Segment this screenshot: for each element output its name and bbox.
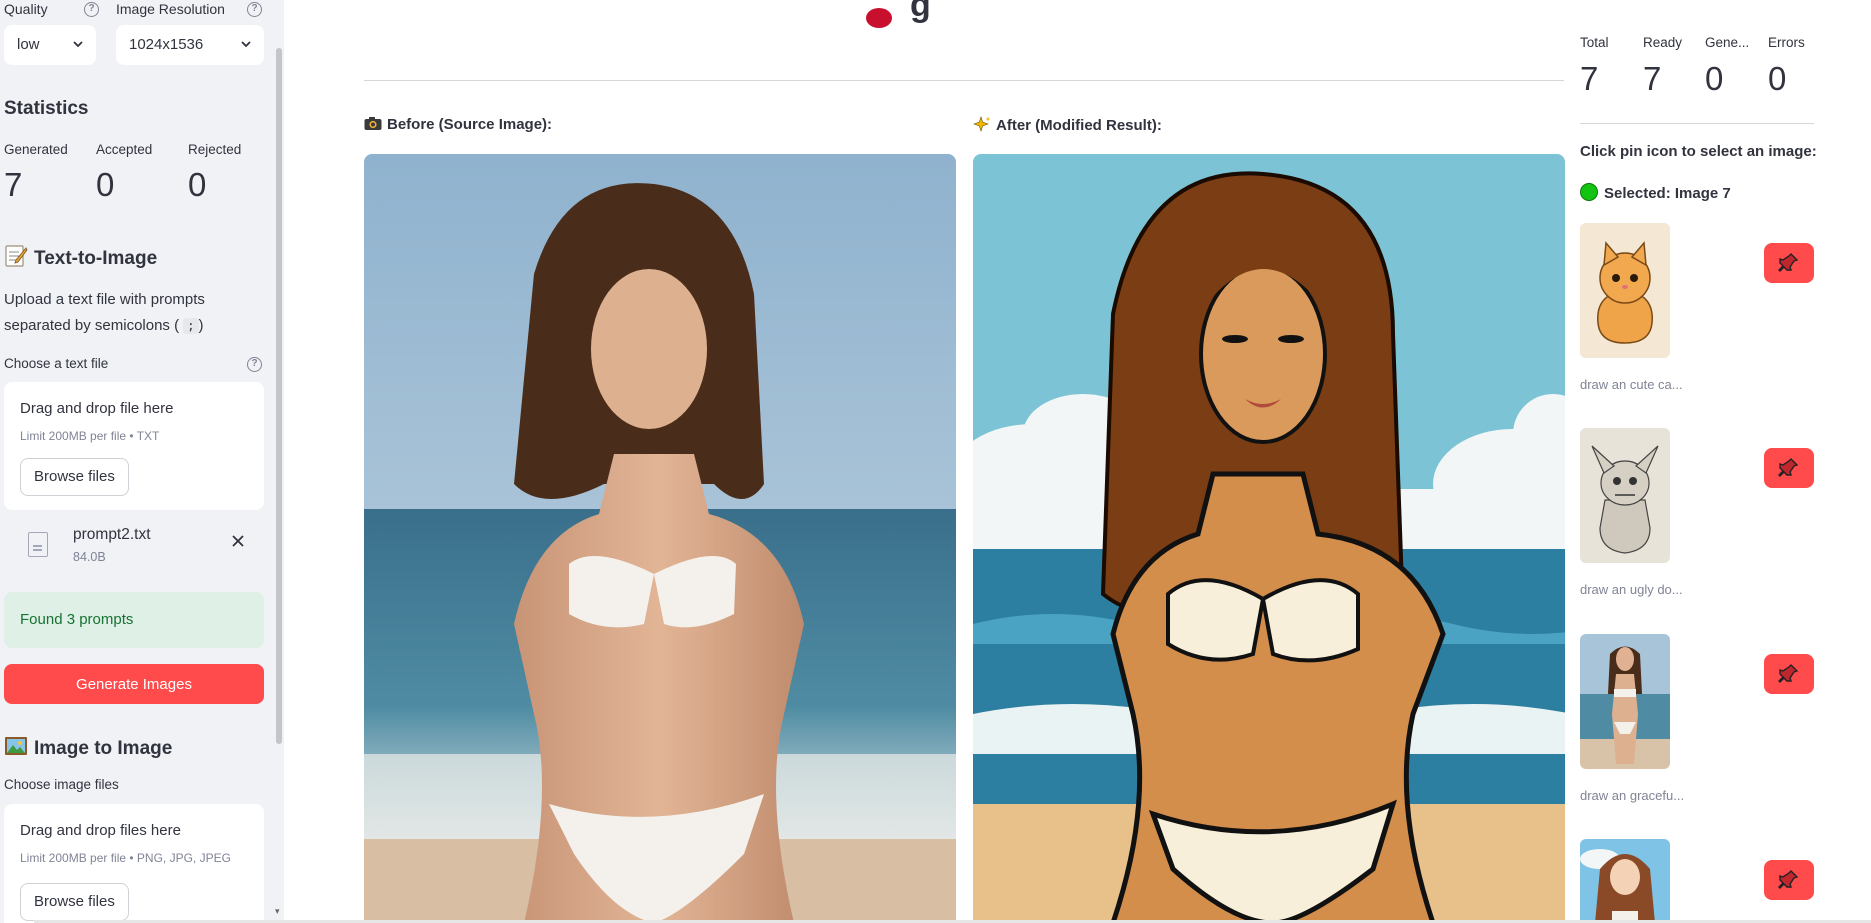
- dropzone-title: Drag and drop files here: [20, 822, 181, 839]
- selected-text: Selected: Image 7: [1604, 185, 1731, 202]
- description-text: Upload a text file with prompts separate…: [4, 291, 205, 334]
- metric-accepted-value: 0: [96, 166, 115, 203]
- quality-select-value: low: [17, 36, 40, 53]
- after-image: [973, 154, 1565, 923]
- before-caption-text: Before (Source Image):: [387, 116, 553, 133]
- sparkles-icon: [973, 116, 991, 132]
- close-icon[interactable]: [230, 532, 246, 555]
- pin-icon: [1778, 664, 1799, 683]
- framed-picture-icon: [4, 735, 28, 757]
- pin-icon: [1778, 458, 1799, 477]
- quality-help-icon[interactable]: ?: [84, 2, 99, 17]
- image-files-dropzone[interactable]: Drag and drop files here Limit 200MB per…: [4, 804, 264, 923]
- text-file-label: Choose a text file: [4, 356, 109, 371]
- metric-generated-label: Generated: [4, 142, 68, 157]
- pin-icon: [1778, 870, 1799, 889]
- right-panel-divider: [1580, 123, 1814, 124]
- resolution-label: Image Resolution: [116, 1, 225, 17]
- header-title-fragment: g: [910, 0, 931, 24]
- thumbnail-image[interactable]: [1580, 428, 1670, 563]
- metric-rejected-value: 0: [188, 166, 207, 203]
- green-circle-icon: [1580, 183, 1598, 201]
- metric-accepted-label: Accepted: [96, 142, 153, 157]
- metric-generated-value: 7: [4, 166, 23, 203]
- image-files-label: Choose image files: [4, 777, 119, 792]
- before-image: [364, 154, 956, 923]
- header-divider: [364, 80, 1564, 81]
- camera-icon: [364, 116, 382, 131]
- chevron-down-icon: [72, 25, 84, 81]
- thumbnail-image[interactable]: [1580, 223, 1670, 358]
- selected-indicator: Selected: Image 7: [1580, 183, 1731, 202]
- before-caption: Before (Source Image):: [364, 116, 552, 133]
- pin-button[interactable]: [1764, 860, 1814, 900]
- resolution-select-value: 1024x1536: [129, 36, 204, 53]
- stat-generating-value: 0: [1705, 60, 1724, 97]
- sidebar: Quality ? Image Resolution ? low 1024x15…: [0, 0, 284, 923]
- quality-select[interactable]: low: [4, 25, 96, 65]
- chevron-down-icon: [240, 25, 252, 81]
- text-to-image-heading: Text-to-Image: [4, 245, 157, 270]
- success-alert: Found 3 prompts: [4, 592, 264, 648]
- resolution-help-icon[interactable]: ?: [247, 2, 262, 17]
- stat-errors-value: 0: [1768, 60, 1787, 97]
- image-to-image-heading: Image to Image: [4, 735, 172, 760]
- dropzone-limit: Limit 200MB per file • TXT: [20, 429, 160, 443]
- pin-button[interactable]: [1764, 654, 1814, 694]
- text-to-image-description: Upload a text file with prompts separate…: [4, 287, 254, 339]
- quality-label: Quality: [4, 1, 48, 17]
- file-icon: [28, 532, 48, 557]
- dropzone-title: Drag and drop file here: [20, 400, 174, 417]
- scroll-down-icon[interactable]: ▾: [275, 906, 280, 917]
- stat-generating-label: Gene...: [1705, 35, 1750, 50]
- stat-errors-label: Errors: [1768, 35, 1805, 50]
- pin-button[interactable]: [1764, 243, 1814, 283]
- thumbnail-caption: draw an cute ca...: [1580, 377, 1683, 392]
- pin-button[interactable]: [1764, 448, 1814, 488]
- dropzone-limit: Limit 200MB per file • PNG, JPG, JPEG: [20, 851, 231, 865]
- thumbnail-caption: draw an gracefu...: [1580, 788, 1685, 803]
- image-to-image-title: Image to Image: [34, 738, 173, 759]
- uploaded-file-size: 84.0B: [73, 550, 106, 564]
- header-logo-fragment: [866, 0, 896, 28]
- stat-total-label: Total: [1580, 35, 1609, 50]
- after-caption-text: After (Modified Result):: [996, 117, 1162, 134]
- uploaded-file-row: prompt2.txt 84.0B: [4, 518, 264, 574]
- thumbnail-image[interactable]: [1580, 634, 1670, 769]
- memo-icon: [4, 245, 28, 267]
- text-file-dropzone[interactable]: Drag and drop file here Limit 200MB per …: [4, 382, 264, 510]
- stat-ready-value: 7: [1643, 60, 1662, 97]
- text-file-help-icon[interactable]: ?: [247, 357, 262, 372]
- select-prompt: Click pin icon to select an image:: [1580, 143, 1817, 160]
- description-close: ): [198, 317, 204, 334]
- statistics-heading: Statistics: [4, 98, 89, 119]
- text-to-image-title: Text-to-Image: [34, 248, 158, 269]
- pin-icon: [1778, 253, 1799, 272]
- thumbnail-caption: draw an ugly do...: [1580, 582, 1683, 597]
- browse-image-files-button[interactable]: Browse files: [20, 883, 129, 921]
- semicolon-code: ;: [183, 318, 199, 334]
- thumbnail-image[interactable]: [1580, 839, 1670, 923]
- generate-images-button[interactable]: Generate Images: [4, 664, 264, 704]
- metric-rejected-label: Rejected: [188, 142, 242, 157]
- uploaded-file-name: prompt2.txt: [73, 526, 151, 543]
- browse-files-button[interactable]: Browse files: [20, 458, 129, 496]
- stat-total-value: 7: [1580, 60, 1599, 97]
- sidebar-scrollbar[interactable]: [276, 48, 282, 744]
- resolution-select[interactable]: 1024x1536: [116, 25, 264, 65]
- after-caption: After (Modified Result):: [973, 116, 1162, 134]
- stat-ready-label: Ready: [1643, 35, 1683, 50]
